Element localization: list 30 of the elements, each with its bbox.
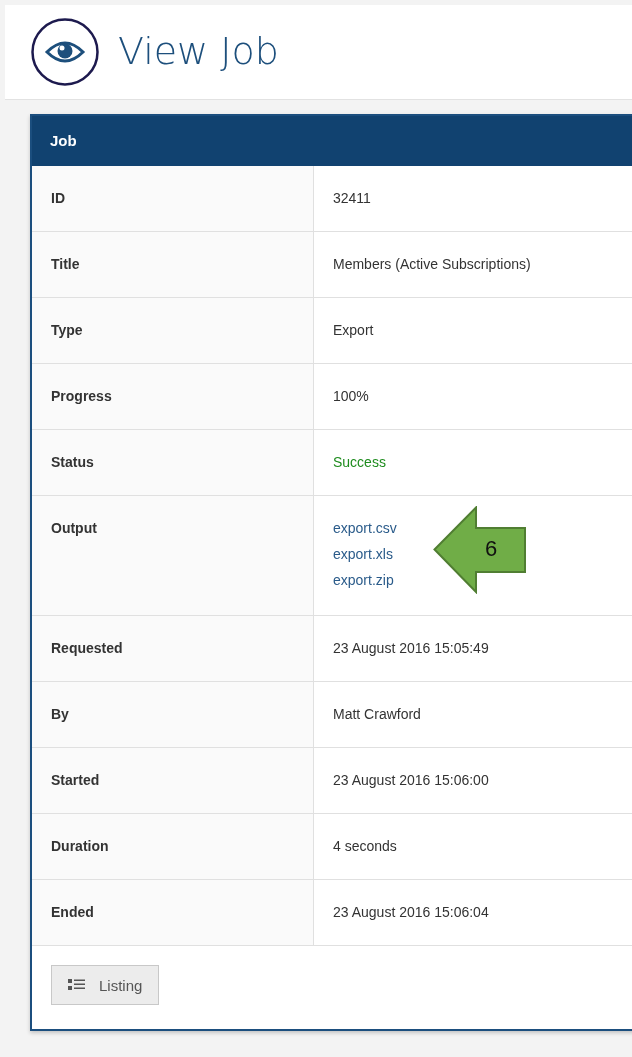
field-value: Export <box>333 322 374 338</box>
field-value: 4 seconds <box>333 838 397 854</box>
listing-button[interactable]: Listing <box>51 965 160 1005</box>
page-title: View Job <box>118 29 279 73</box>
panel-title: Job <box>32 116 632 166</box>
field-value: Success <box>333 454 386 470</box>
file-link[interactable]: export.xls <box>333 541 393 567</box>
file-link[interactable]: export.csv <box>333 515 397 541</box>
eye-icon <box>31 18 99 86</box>
field-label: Started <box>32 748 314 813</box>
field-label: Type <box>32 298 314 363</box>
file-link[interactable]: export.zip <box>333 567 394 593</box>
field-value: 23 August 2016 15:06:00 <box>333 772 489 788</box>
field-value: 100% <box>333 388 369 404</box>
field-label: Output <box>32 496 314 615</box>
field-label: By <box>32 682 314 747</box>
field-value: Matt Crawford <box>333 706 421 722</box>
field-value: 23 August 2016 15:05:49 <box>333 640 489 656</box>
callout-arrow: 6 <box>433 506 528 594</box>
field-label: Progress <box>32 364 314 429</box>
field-label: Status <box>32 430 314 495</box>
field-value: Members (Active Subscriptions) <box>333 256 531 272</box>
field-value: 23 August 2016 15:06:04 <box>333 904 489 920</box>
field-label: ID <box>32 166 314 231</box>
field-label: Requested <box>32 616 314 681</box>
field-label: Title <box>32 232 314 297</box>
field-value: 32411 <box>333 190 371 206</box>
field-label: Duration <box>32 814 314 879</box>
list-icon <box>68 979 85 991</box>
field-label: Ended <box>32 880 314 945</box>
